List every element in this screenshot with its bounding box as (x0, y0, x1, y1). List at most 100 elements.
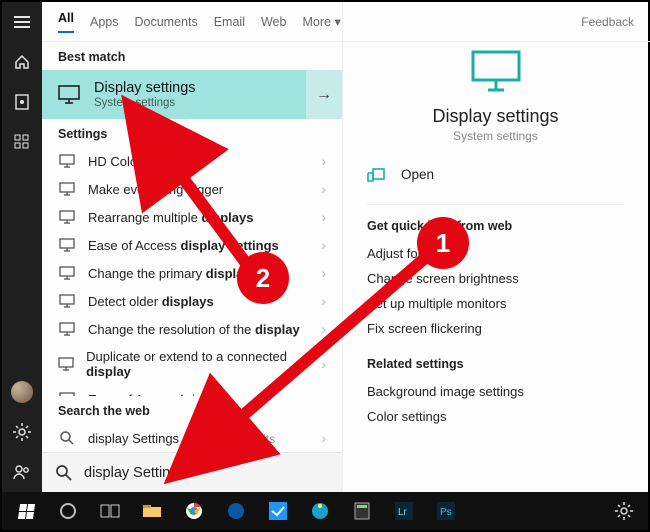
section-search-web: Search the web (42, 396, 342, 424)
monitor-icon (58, 238, 76, 252)
search-input[interactable] (84, 465, 328, 481)
rail-recent-icon[interactable] (2, 82, 42, 122)
tab-all[interactable]: All (58, 11, 74, 33)
svg-text:Ps: Ps (440, 507, 452, 518)
settings-result[interactable]: Duplicate or extend to a connected displ… (42, 343, 342, 385)
monitor-icon (58, 357, 74, 371)
monitor-icon (58, 154, 76, 168)
monitor-icon (58, 182, 76, 196)
tab-email[interactable]: Email (214, 15, 245, 29)
chevron-right-icon: › (321, 209, 326, 225)
monitor-icon (58, 85, 80, 105)
web-result-sub: - See web results (179, 432, 275, 446)
chevron-down-icon: ▾ (334, 15, 340, 29)
result-text: Detect older displays (88, 294, 214, 309)
settings-result[interactable]: Rearrange multiple displays › (42, 203, 342, 231)
settings-result[interactable]: Detect older displays › (42, 287, 342, 315)
rail-apps-icon[interactable] (2, 122, 42, 162)
tab-documents[interactable]: Documents (134, 15, 197, 29)
chevron-right-icon: › (321, 265, 326, 281)
quick-help-title: Get quick help from web (367, 219, 624, 233)
chevron-right-icon: › (321, 321, 326, 337)
settings-result[interactable]: Change the primary display › (42, 259, 342, 287)
settings-result[interactable]: Make everything bigger › (42, 175, 342, 203)
monitor-icon (58, 210, 76, 224)
tab-web[interactable]: Web (261, 15, 286, 29)
result-text: Ease of Access display settings (88, 238, 279, 253)
monitor-icon (58, 294, 76, 308)
section-best-match: Best match (42, 42, 342, 70)
related-title: Related settings (367, 357, 624, 371)
settings-result[interactable]: Ease of Access brightness setting › (42, 385, 342, 396)
taskbar-app-icon[interactable] (258, 492, 298, 530)
search-icon (58, 431, 76, 445)
result-text: Duplicate or extend to a connected displ… (86, 349, 309, 379)
results-column: All Apps Documents Email Web More ▾ Feed… (42, 2, 342, 492)
rail-people-icon[interactable] (2, 452, 42, 492)
chevron-right-icon: › (321, 237, 326, 253)
quick-help-link[interactable]: Adjust font size (367, 241, 624, 266)
related-setting-link[interactable]: Color settings (367, 404, 624, 429)
quick-help-link[interactable]: Fix screen flickering (367, 316, 624, 341)
preview-monitor-icon (367, 50, 624, 92)
rail-menu-icon[interactable] (2, 2, 42, 42)
start-left-rail (2, 2, 42, 492)
web-result-text: display Settings (88, 431, 179, 446)
taskbar-lightroom-icon[interactable]: Lr (384, 492, 424, 530)
rail-home-icon[interactable] (2, 42, 42, 82)
tab-more[interactable]: More ▾ (302, 14, 340, 29)
section-settings: Settings (42, 119, 342, 147)
quick-help-link[interactable]: Change screen brightness (367, 266, 624, 291)
result-text: Change the resolution of the display (88, 322, 300, 337)
chevron-right-icon: › (321, 356, 326, 372)
search-panel: All Apps Documents Email Web More ▾ Feed… (42, 2, 648, 492)
chevron-right-icon: › (321, 293, 326, 309)
result-text: HD Color settings (88, 154, 195, 169)
chevron-right-icon: › (321, 391, 326, 396)
best-match-title: Display settings (94, 80, 196, 96)
taskbar-settings-icon[interactable] (604, 492, 644, 530)
open-label: Open (401, 167, 434, 182)
taskbar-photoshop-icon[interactable]: Ps (426, 492, 466, 530)
result-text: Change the primary display (88, 266, 251, 281)
taskbar-app-icon[interactable] (300, 492, 340, 530)
settings-result[interactable]: HD Color settings › (42, 147, 342, 175)
settings-result[interactable]: Change the resolution of the display › (42, 315, 342, 343)
result-text: Ease of Access brightness setting (88, 392, 287, 397)
preview-title: Display settings (367, 106, 624, 127)
settings-results-list: HD Color settings›Make everything bigger… (42, 147, 342, 396)
taskbar-taskview-icon[interactable] (90, 492, 130, 530)
rail-settings-icon[interactable] (2, 412, 42, 452)
search-icon (56, 465, 72, 481)
svg-text:Lr: Lr (398, 507, 408, 518)
monitor-icon (58, 322, 76, 336)
monitor-icon (58, 266, 76, 280)
open-action[interactable]: Open (367, 165, 624, 198)
taskbar-explorer-icon[interactable] (132, 492, 172, 530)
rail-user-avatar[interactable] (2, 372, 42, 412)
result-text: Rearrange multiple displays (88, 210, 253, 225)
preview-column: Display settings System settings Open Ge… (342, 2, 648, 492)
taskbar-edge-icon[interactable] (216, 492, 256, 530)
taskbar-cortana-icon[interactable] (48, 492, 88, 530)
open-icon (367, 168, 385, 182)
monitor-icon (58, 392, 76, 396)
chevron-right-icon: › (321, 153, 326, 169)
settings-result[interactable]: Ease of Access display settings › (42, 231, 342, 259)
search-box[interactable] (42, 452, 342, 492)
chevron-right-icon: › (321, 430, 326, 446)
taskbar: Lr Ps (2, 492, 648, 530)
tab-apps[interactable]: Apps (90, 15, 119, 29)
chevron-right-icon: › (321, 181, 326, 197)
related-setting-link[interactable]: Background image settings (367, 379, 624, 404)
quick-help-link[interactable]: Set up multiple monitors (367, 291, 624, 316)
start-button[interactable] (6, 492, 46, 530)
preview-subtitle: System settings (367, 129, 624, 143)
result-text: Make everything bigger (88, 182, 223, 197)
best-match-open-arrow[interactable]: → (306, 70, 342, 119)
web-result[interactable]: display Settings - See web results › (42, 424, 342, 452)
best-match-result[interactable]: Display settings System settings → (42, 70, 342, 119)
taskbar-chrome-icon[interactable] (174, 492, 214, 530)
taskbar-calculator-icon[interactable] (342, 492, 382, 530)
best-match-subtitle: System settings (94, 97, 196, 109)
